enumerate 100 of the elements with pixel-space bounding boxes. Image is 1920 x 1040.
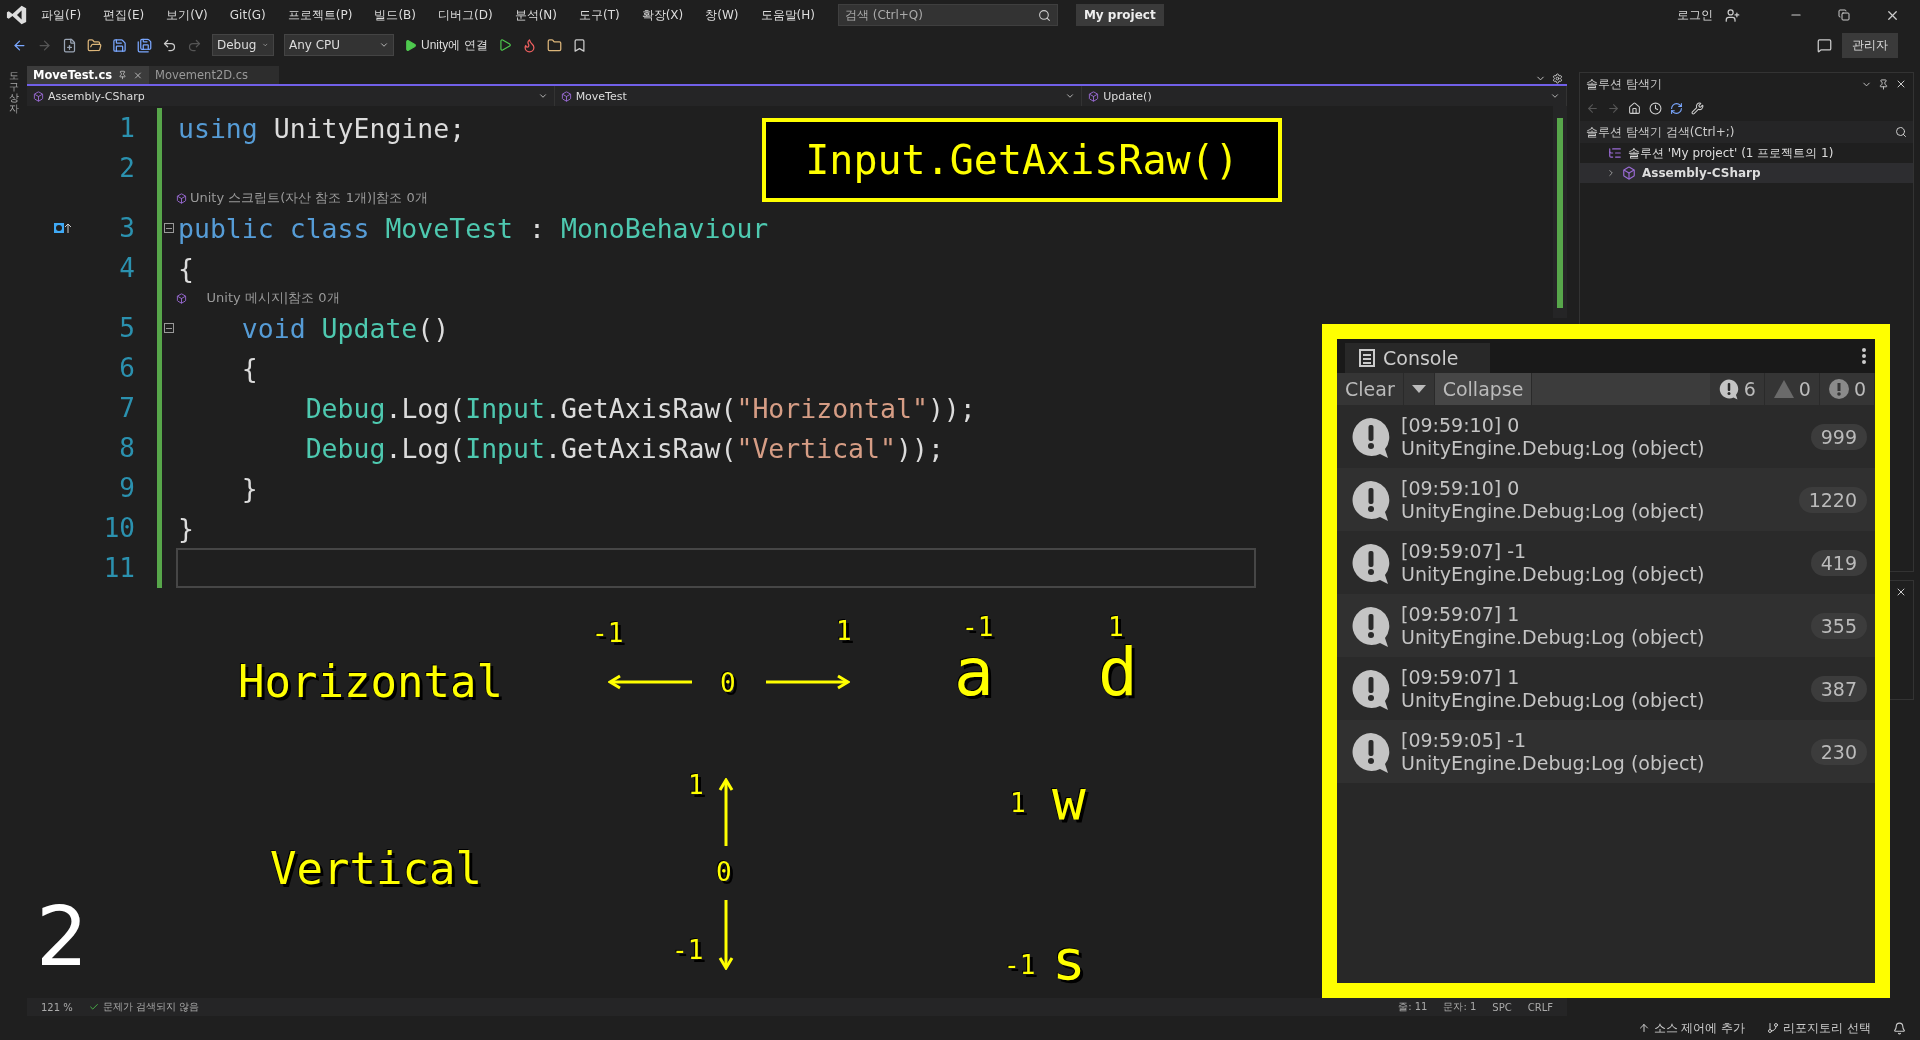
file-tab[interactable]: Movement2D.cs	[149, 66, 279, 84]
log-entry[interactable]: [09:59:05] -1 UnityEngine.Debug:Log (object) 230	[1337, 720, 1875, 783]
collapse-button[interactable]: Collapse	[1434, 373, 1533, 405]
close-icon[interactable]	[1895, 586, 1907, 598]
zoom-level[interactable]: 121 %	[41, 1001, 73, 1013]
log-entry[interactable]: [09:59:07] 1 UnityEngine.Debug:Log (object) 355	[1337, 594, 1875, 657]
warning-filter-button[interactable]: 0	[1764, 373, 1820, 405]
flame-icon[interactable]	[521, 37, 537, 53]
value-label: 1	[688, 772, 704, 798]
log-source: UnityEngine.Debug:Log (object)	[1401, 436, 1706, 460]
tree-item[interactable]: Assembly-CSharp	[1580, 163, 1913, 183]
arrow	[718, 778, 734, 846]
repository-button[interactable]: 리포지토리 선택	[1767, 1019, 1871, 1037]
file-tab[interactable]: MoveTest.cs	[27, 66, 149, 84]
feedback-icon[interactable]	[1817, 37, 1832, 53]
login-link[interactable]: 로그인	[1677, 6, 1713, 24]
search-field[interactable]: 솔루션 탐색기 검색(Ctrl+;)	[1580, 121, 1913, 143]
tree-item[interactable]: 솔루션 'My project' (1 프로젝트의 1)	[1580, 143, 1913, 163]
code-lens-text[interactable]: Unity 스크립트(자산 참조 1개)|참조 0개	[176, 189, 428, 207]
collapse-toggle[interactable]	[164, 223, 174, 233]
cube-icon	[176, 292, 187, 304]
console-tab[interactable]: Console	[1345, 343, 1490, 373]
caret-icon[interactable]	[1550, 91, 1560, 101]
play-icon[interactable]	[404, 38, 417, 52]
menu-item[interactable]: 보기(V)	[157, 2, 217, 28]
log-message: [09:59:07] 1	[1401, 602, 1521, 626]
save-icon[interactable]	[112, 37, 127, 53]
user-add-icon[interactable]	[1725, 7, 1740, 23]
menu-item[interactable]: 분석(N)	[505, 2, 566, 28]
app-logo	[6, 4, 28, 26]
caret-icon[interactable]	[537, 91, 548, 101]
axis-label: Horizontal	[238, 660, 503, 704]
home-icon[interactable]	[1628, 101, 1641, 115]
log-count: 1220	[1798, 486, 1867, 513]
clear-button[interactable]: Clear	[1337, 373, 1404, 405]
navigation-dropdown[interactable]: Assembly-CSharp	[27, 86, 555, 106]
admin-button[interactable]: 관리자	[1842, 32, 1898, 58]
error-filter-button[interactable]: 0	[1819, 373, 1875, 405]
log-source: UnityEngine.Debug:Log (object)	[1401, 625, 1706, 649]
search-icon[interactable]	[1895, 126, 1907, 138]
clock-icon[interactable]	[1649, 101, 1662, 115]
pin-icon[interactable]	[1878, 78, 1889, 90]
log-entry[interactable]: [09:59:10] 0 UnityEngine.Debug:Log (object) 1220	[1337, 468, 1875, 531]
expand-icon[interactable]	[1606, 168, 1616, 178]
menu-item[interactable]: 프로젝트(P)	[278, 2, 362, 28]
toolbox-tab[interactable]: 도구 상자	[8, 70, 19, 1016]
line-ending-indicator: CRLF	[1527, 1001, 1553, 1013]
axis-label: Vertical	[270, 847, 482, 891]
arrow-up-icon[interactable]	[1637, 1022, 1650, 1034]
caret-icon[interactable]	[1065, 91, 1076, 101]
menu-item[interactable]: 창(W)	[696, 2, 748, 28]
menu-item[interactable]: 확장(X)	[632, 2, 693, 28]
play-icon[interactable]	[497, 38, 512, 52]
menu-item[interactable]: 디버그(D)	[429, 2, 502, 28]
settings-icon[interactable]	[1552, 73, 1563, 84]
save-all-icon[interactable]	[137, 37, 152, 53]
log-count: 230	[1810, 738, 1867, 765]
more-icon[interactable]	[1861, 347, 1867, 365]
scrollbar-thumb[interactable]	[1557, 118, 1563, 308]
back-icon[interactable]	[12, 37, 27, 53]
column-indicator: 문자: 1	[1443, 1000, 1477, 1014]
caret-icon[interactable]	[379, 40, 389, 50]
code-line: }	[177, 511, 195, 546]
folder-icon[interactable]	[546, 37, 562, 53]
log-message: [09:59:07] 1	[1401, 665, 1521, 689]
issues-status[interactable]: 문제가 검색되지 않음	[88, 1000, 200, 1014]
source-control-button[interactable]: 소스 제어에 추가	[1637, 1019, 1746, 1037]
menu-item[interactable]: 도움말(H)	[751, 2, 824, 28]
run-button[interactable]: Unity에 연결	[404, 36, 488, 54]
menu-item[interactable]: Git(G)	[220, 4, 275, 26]
menu-item[interactable]: 편집(E)	[94, 2, 154, 28]
close-icon[interactable]	[1895, 78, 1907, 90]
open-folder-icon[interactable]	[87, 37, 102, 53]
wrench-icon[interactable]	[1691, 101, 1704, 115]
warning-icon	[1772, 379, 1795, 399]
code-lens-text[interactable]: Unity 메시지|참조 0개	[176, 289, 340, 307]
notification-icon[interactable]	[1893, 1021, 1906, 1035]
log-filter-button[interactable]: 6	[1709, 373, 1765, 405]
clear-options-button[interactable]	[1403, 373, 1435, 405]
whitespace-indicator: SPC	[1492, 1001, 1512, 1013]
new-file-icon[interactable]	[62, 37, 77, 53]
search-icon[interactable]	[1037, 8, 1051, 22]
undo-icon[interactable]	[162, 37, 177, 53]
menu-item[interactable]: 도구(T)	[569, 2, 629, 28]
refresh-icon[interactable]	[1670, 101, 1683, 115]
bookmark-icon[interactable]	[571, 37, 587, 53]
search-field[interactable]: 검색 (Ctrl+Q)	[837, 4, 1058, 26]
branch-icon[interactable]	[1767, 1022, 1780, 1034]
check-icon	[88, 1002, 99, 1012]
menu-item[interactable]: 빌드(B)	[365, 2, 425, 28]
restore-icon[interactable]	[1838, 9, 1850, 21]
navigation-dropdown[interactable]: MoveTest	[554, 86, 1083, 106]
value-label: 1	[1010, 790, 1026, 816]
caret-icon[interactable]	[1411, 385, 1426, 393]
log-message: [09:59:10] 0	[1401, 476, 1521, 500]
menu-item[interactable]: 파일(F)	[32, 2, 91, 28]
configuration-dropdown[interactable]: Debug	[212, 34, 274, 56]
collapse-toggle[interactable]	[164, 323, 174, 333]
pin-icon[interactable]	[118, 70, 128, 80]
platform-dropdown[interactable]: Any CPU	[284, 34, 394, 56]
